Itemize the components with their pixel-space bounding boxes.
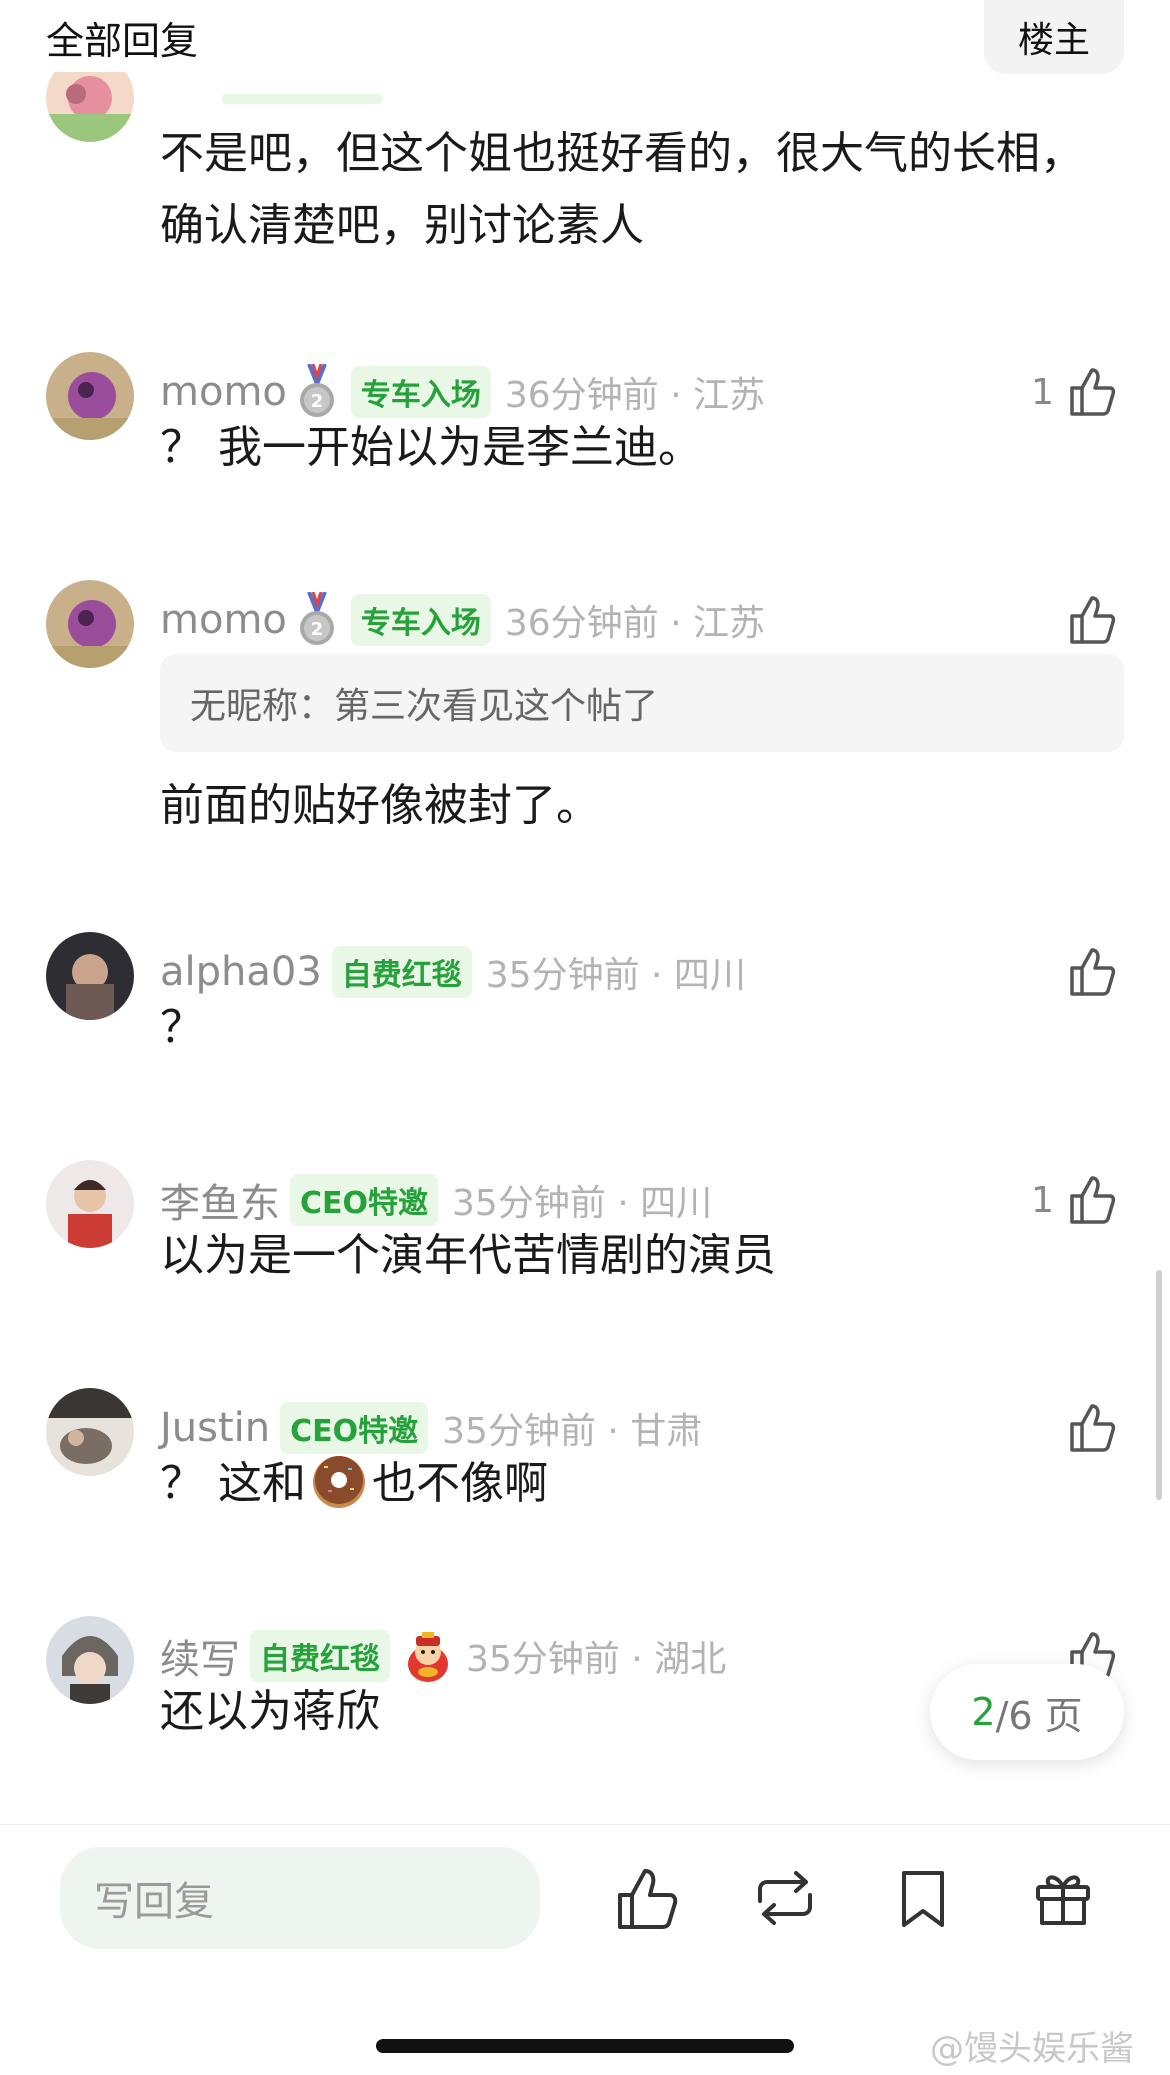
thumbs-up-icon: [1068, 366, 1116, 418]
thumbs-up-icon: [1068, 946, 1116, 998]
svg-text:2: 2: [311, 619, 324, 640]
silver-medal-icon: 2: [297, 592, 337, 648]
floor-filter-button[interactable]: 楼主: [984, 0, 1124, 74]
comment-time-location: 36分钟前 · 江苏: [504, 603, 766, 644]
thumbs-up-icon: [1068, 1174, 1116, 1226]
home-indicator: [376, 2039, 794, 2053]
comment-time-location: 35分钟前 · 四川: [452, 1183, 713, 1224]
thumbs-up-icon: [1068, 594, 1116, 646]
comment-time-location: 35分钟前 · 四川: [485, 955, 746, 996]
user-tag: 自费红毯: [331, 946, 472, 998]
page-title: 全部回复: [46, 19, 199, 63]
repost-icon[interactable]: [752, 1865, 818, 1931]
page-total: /6 页: [995, 1693, 1083, 1738]
header: 全部回复 楼主: [0, 0, 1170, 74]
avatar[interactable]: [46, 352, 134, 440]
donut-emoji-icon: [310, 1452, 368, 1510]
avatar[interactable]: [46, 1388, 134, 1476]
comment-text: ？ 我一开始以为是李兰迪。: [160, 422, 702, 473]
comment-text: 不是吧，但这个姐也挺好看的，很大气的长相，确认清楚吧，别讨论素人: [160, 128, 1084, 251]
username[interactable]: momo: [160, 597, 287, 643]
comment-text: 以为是一个演年代苦情剧的演员: [160, 1230, 776, 1281]
like-count: 1: [1031, 371, 1054, 413]
current-page: 2: [971, 1690, 996, 1734]
comment-meta: momo 2 专车入场 36分钟前 · 江苏: [160, 592, 765, 648]
user-tag: CEO特邀: [280, 1402, 429, 1454]
scrollbar[interactable]: [1156, 1270, 1162, 1500]
avatar[interactable]: [46, 1616, 134, 1704]
collapsed-meta-bar: [222, 94, 382, 104]
username[interactable]: alpha03: [160, 949, 322, 995]
comment-text: ？ 这和 也不像啊: [160, 1448, 1100, 1520]
avatar[interactable]: [46, 580, 134, 668]
comment-text-before: ？ 这和: [160, 1458, 306, 1509]
avatar[interactable]: [46, 1160, 134, 1248]
username[interactable]: momo: [160, 369, 287, 415]
user-tag: 专车入场: [350, 366, 491, 418]
reply-input[interactable]: 写回复: [60, 1847, 540, 1949]
svg-text:2: 2: [311, 391, 324, 412]
watermark: @馒头娱乐酱: [930, 2029, 1134, 2069]
avatar[interactable]: [46, 932, 134, 1020]
quoted-reply-text: 无昵称：第三次看见这个帖了: [190, 686, 659, 727]
comment-text: 前面的贴好像被封了。: [160, 780, 600, 831]
bottom-action-bar: 写回复 @馒头娱乐酱: [0, 1824, 1170, 2075]
comment-time-location: 36分钟前 · 江苏: [504, 375, 766, 416]
quoted-reply[interactable]: 无昵称：第三次看见这个帖了: [160, 654, 1124, 752]
comment-time-location: 35分钟前 · 甘肃: [442, 1411, 703, 1452]
gift-icon[interactable]: [1030, 1865, 1096, 1931]
comment-text: ？: [160, 1002, 204, 1053]
user-tag: 专车入场: [350, 594, 491, 646]
like-icon[interactable]: [614, 1865, 680, 1931]
page-indicator[interactable]: 2/6 页: [930, 1664, 1124, 1760]
like-count: 1: [1031, 1179, 1054, 1221]
username[interactable]: Justin: [160, 1405, 270, 1451]
bookmark-icon[interactable]: [890, 1865, 956, 1931]
comment-text-after: 也不像啊: [372, 1458, 548, 1509]
user-tag: CEO特邀: [290, 1174, 439, 1226]
like-button[interactable]: [1068, 592, 1116, 648]
reply-placeholder: 写回复: [94, 1879, 214, 1925]
comment-time-location: 35分钟前 · 湖北: [466, 1639, 727, 1680]
user-tag: 自费红毯: [250, 1630, 390, 1682]
thumbs-up-icon: [1068, 1402, 1116, 1454]
